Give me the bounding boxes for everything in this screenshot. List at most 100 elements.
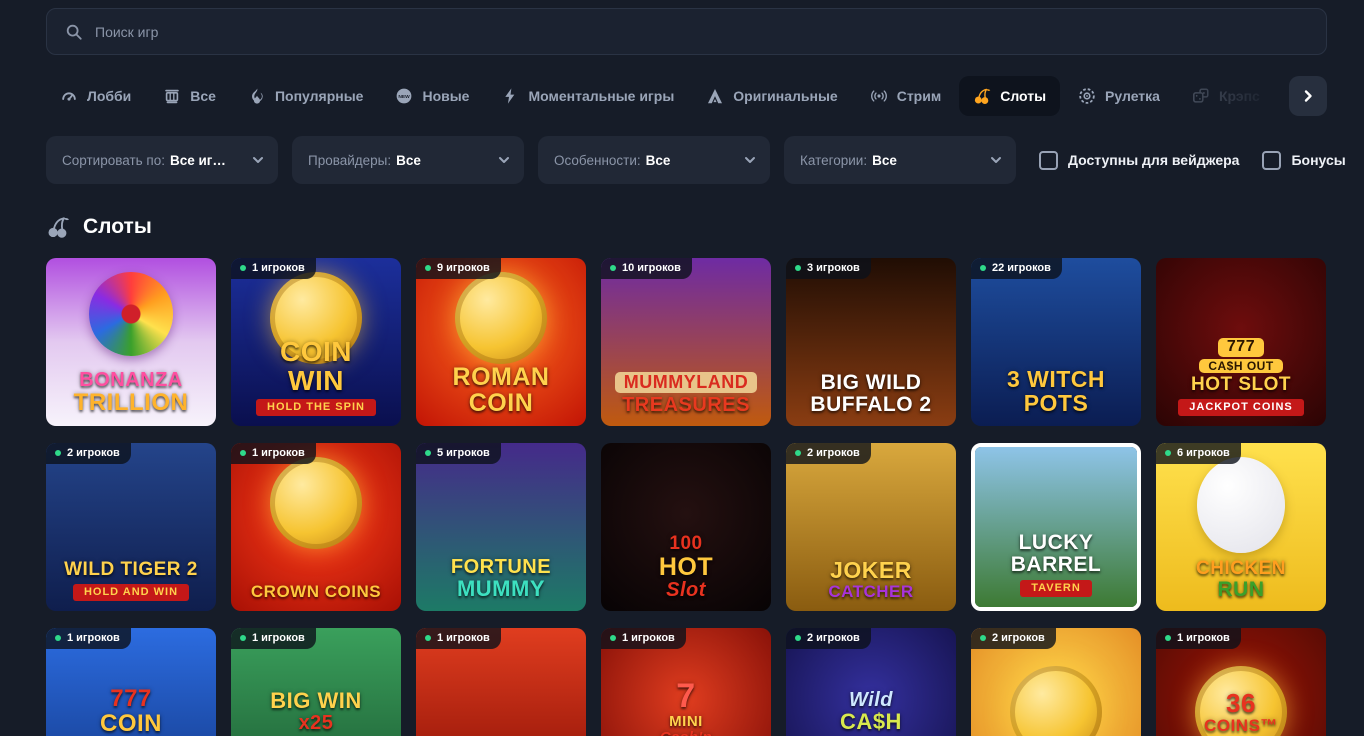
game-title-line: 777 bbox=[1218, 338, 1264, 357]
game-art-text: 777 CA$H OUT HOT SLOT JACKPOT COINS bbox=[1156, 258, 1326, 426]
online-dot-icon bbox=[240, 635, 246, 641]
nav-tab[interactable]: Оригинальные bbox=[692, 76, 851, 116]
players-count: 1 игроков bbox=[252, 262, 305, 274]
filter-value: Все иг… bbox=[170, 153, 226, 168]
players-badge: 1 игроков bbox=[231, 443, 316, 464]
filter-value: Все bbox=[396, 153, 421, 168]
nav-tab[interactable]: Популярные bbox=[234, 76, 377, 116]
all-games-icon bbox=[163, 87, 181, 105]
game-tile-roman-coin[interactable]: ROMANCOIN 9 игроков bbox=[416, 258, 586, 426]
nav-tab[interactable]: Моментальные игры bbox=[487, 76, 688, 116]
checkbox-box bbox=[1039, 151, 1058, 170]
nav-tab-label: Популярные bbox=[275, 88, 363, 104]
game-tile-piggy-gold[interactable]: 2 игроков bbox=[971, 628, 1141, 736]
game-title-line: BUFFALO 2 bbox=[810, 394, 931, 416]
section-heading: Слоты bbox=[46, 215, 1327, 239]
game-title-line: TRILLION bbox=[74, 391, 189, 416]
players-count: 9 игроков bbox=[437, 262, 490, 274]
game-art-text: ROMANCOIN bbox=[416, 258, 586, 426]
svg-text:NEW: NEW bbox=[399, 94, 411, 100]
game-tile-36-coins[interactable]: 36COINS™ 1 игроков bbox=[1156, 628, 1326, 736]
nav-tab-label: Слоты bbox=[1000, 88, 1046, 104]
nav-tab[interactable]: Слоты bbox=[959, 76, 1060, 116]
game-tile-chicken-run[interactable]: CHICKENRUN 6 игроков bbox=[1156, 443, 1326, 611]
categories-dropdown[interactable]: Категории: Все bbox=[784, 136, 1016, 184]
new-badge-icon: NEW bbox=[395, 87, 413, 105]
game-title-line: JOKER bbox=[830, 559, 912, 583]
game-title-line: 36 bbox=[1226, 690, 1256, 717]
game-tile-crown-coins[interactable]: CROWN COINS 1 игроков bbox=[231, 443, 401, 611]
game-title-line: x25 bbox=[299, 713, 334, 734]
nav-tab[interactable]: Рулетка bbox=[1064, 76, 1174, 116]
providers-dropdown[interactable]: Провайдеры: Все bbox=[292, 136, 524, 184]
search-input[interactable] bbox=[95, 24, 1308, 40]
filter-value: Все bbox=[872, 153, 897, 168]
players-count: 1 игроков bbox=[622, 632, 675, 644]
nav-tab[interactable]: Лобби bbox=[46, 76, 145, 116]
bonuses-checkbox[interactable]: Бонусы bbox=[1262, 151, 1345, 170]
game-art-text: FORTUNEMUMMY bbox=[416, 443, 586, 611]
players-count: 1 игроков bbox=[1177, 632, 1230, 644]
wager-available-checkbox[interactable]: Доступны для вейджера bbox=[1039, 151, 1239, 170]
game-tile-wild-tiger-2[interactable]: WILD TIGER 2HOLD AND WIN 2 игроков bbox=[46, 443, 216, 611]
game-tile-fortune-mummy[interactable]: FORTUNEMUMMY 5 игроков bbox=[416, 443, 586, 611]
game-tile-joker-catcher[interactable]: JOKERCATCHER 2 игроков bbox=[786, 443, 956, 611]
game-title-line: Slot bbox=[666, 580, 706, 601]
game-title-line: CHICKEN bbox=[1196, 559, 1286, 579]
search-icon bbox=[65, 23, 83, 41]
game-tile-bonanza-trillion[interactable]: BONANZATRILLION bbox=[46, 258, 216, 426]
players-badge: 2 игроков bbox=[786, 443, 871, 464]
game-title-line: HOT SLOT bbox=[1191, 375, 1291, 395]
game-title-line: LUCKY bbox=[1019, 532, 1094, 554]
game-tile-big-wild-buffalo-2[interactable]: BIG WILDBUFFALO 2 3 игроков bbox=[786, 258, 956, 426]
game-title-line: COIN bbox=[469, 390, 534, 416]
nav-tab[interactable]: Крэпс bbox=[1178, 76, 1274, 116]
game-tile-coin-win[interactable]: COINWINHOLD THE SPIN 1 игроков bbox=[231, 258, 401, 426]
game-banner: HOLD THE SPIN bbox=[256, 399, 376, 416]
online-dot-icon bbox=[425, 265, 431, 271]
cherry-icon bbox=[46, 215, 70, 239]
game-title-line: 3 WITCH bbox=[1007, 368, 1105, 392]
players-count: 6 игроков bbox=[1177, 447, 1230, 459]
game-tile-mummyland-treasures[interactable]: MUMMYLANDTREASURES 10 игроков bbox=[601, 258, 771, 426]
game-tile-3-witch-pots[interactable]: 3 WITCHPOTS 22 игроков bbox=[971, 258, 1141, 426]
game-tile-joker-bells[interactable]: 1 игроков bbox=[416, 628, 586, 736]
nav-tab-label: Моментальные игры bbox=[528, 88, 674, 104]
game-tile-7-mini-cashn[interactable]: 7MINICash'n 1 игроков bbox=[601, 628, 771, 736]
nav-tabs: Лобби Все Популярные NEW Новые Моменталь… bbox=[46, 76, 1279, 116]
game-title-line: CA$H OUT bbox=[1199, 359, 1282, 373]
game-tile-777-coin-battle[interactable]: 777COIN 1 игроков bbox=[46, 628, 216, 736]
players-badge: 9 игроков bbox=[416, 258, 501, 279]
nav-tab[interactable]: NEW Новые bbox=[381, 76, 483, 116]
online-dot-icon bbox=[980, 265, 986, 271]
nav-tab-label: Все bbox=[190, 88, 216, 104]
game-tile-100-hot-slot[interactable]: 100HOTSlot bbox=[601, 443, 771, 611]
game-banner: JACKPOT COINS bbox=[1178, 399, 1303, 416]
originals-icon bbox=[706, 87, 724, 105]
players-badge: 1 игроков bbox=[416, 628, 501, 649]
nav-tab-label: Новые bbox=[422, 88, 469, 104]
chevron-down-icon bbox=[498, 154, 510, 166]
players-count: 1 игроков bbox=[437, 632, 490, 644]
game-tile-777-cash-out-hot-slot[interactable]: 777 CA$H OUT HOT SLOT JACKPOT COINS bbox=[1156, 258, 1326, 426]
features-dropdown[interactable]: Особенности: Все bbox=[538, 136, 770, 184]
cherry-icon bbox=[973, 87, 991, 105]
nav-scroll-right-button[interactable] bbox=[1289, 76, 1327, 116]
search-bar[interactable] bbox=[46, 8, 1327, 55]
online-dot-icon bbox=[425, 635, 431, 641]
nav-tab[interactable]: Стрим bbox=[856, 76, 955, 116]
game-art-text: BONANZATRILLION bbox=[46, 258, 216, 426]
game-tile-wild-cash[interactable]: WildCA$H 2 игроков bbox=[786, 628, 956, 736]
players-badge: 22 игроков bbox=[971, 258, 1062, 279]
game-title-line: CROWN COINS bbox=[251, 583, 381, 601]
nav-tab[interactable]: Все bbox=[149, 76, 230, 116]
game-title-line: COIN bbox=[100, 712, 162, 736]
game-tile-lucky-barrel-tavern[interactable]: LUCKYBARRELTAVERN bbox=[971, 443, 1141, 611]
filter-label: Сортировать по: bbox=[62, 153, 165, 168]
players-badge: 1 игроков bbox=[231, 258, 316, 279]
game-title-line: BIG WILD bbox=[821, 372, 922, 394]
game-art-text: 100HOTSlot bbox=[601, 443, 771, 611]
players-badge: 6 игроков bbox=[1156, 443, 1241, 464]
game-tile-big-win-x25[interactable]: BIG WINx25 1 игроков bbox=[231, 628, 401, 736]
sort-dropdown[interactable]: Сортировать по: Все иг… bbox=[46, 136, 278, 184]
